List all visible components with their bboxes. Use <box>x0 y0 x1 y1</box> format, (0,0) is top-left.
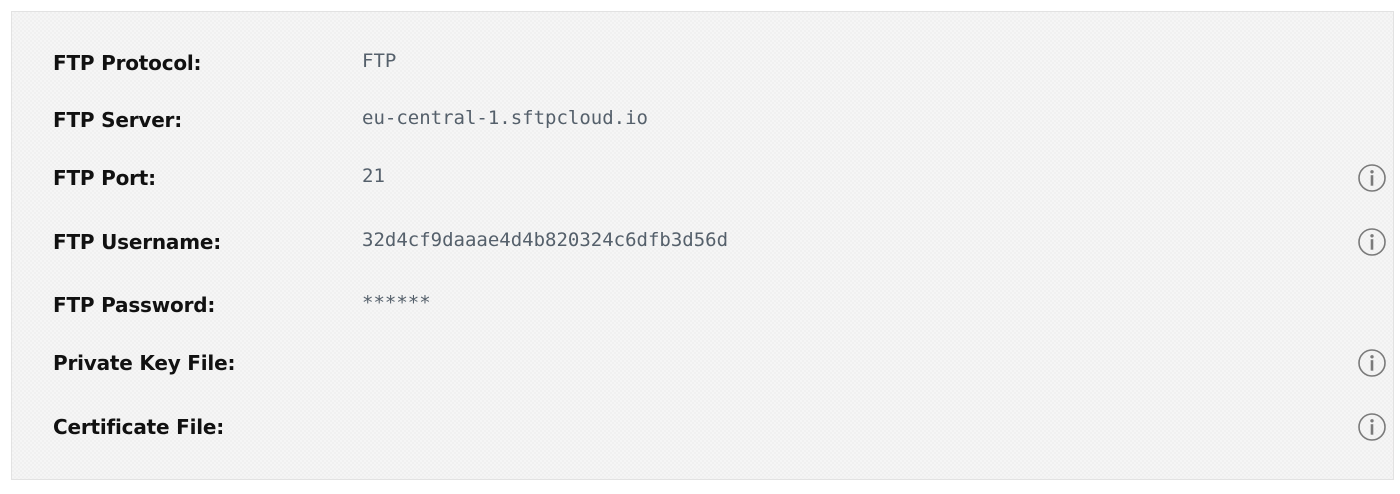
ftp-username-value: 32d4cf9daaae4d4b820324c6dfb3d56d <box>362 229 729 252</box>
info-circle-icon[interactable] <box>1357 348 1387 378</box>
ftp-server-row: FTP Server: eu-central-1.sftpcloud.io <box>12 100 1393 140</box>
info-circle-icon[interactable] <box>1357 163 1387 193</box>
info-circle-icon[interactable] <box>1357 412 1387 442</box>
certificate-file-row: Certificate File: <box>12 407 1393 447</box>
ftp-server-label: FTP Server: <box>53 108 183 132</box>
ftp-port-value: 21 <box>362 165 385 188</box>
ftp-password-row: FTP Password: ****** <box>12 285 1393 325</box>
ftp-port-label: FTP Port: <box>53 166 156 190</box>
private-key-file-row: Private Key File: <box>12 343 1393 383</box>
ftp-details-panel: FTP Protocol: FTP FTP Server: eu-central… <box>11 11 1394 480</box>
ftp-protocol-label: FTP Protocol: <box>53 51 202 75</box>
ftp-username-label: FTP Username: <box>53 230 222 254</box>
info-circle-icon[interactable] <box>1357 227 1387 257</box>
certificate-file-label: Certificate File: <box>53 415 225 439</box>
private-key-file-label: Private Key File: <box>53 351 236 375</box>
ftp-protocol-value: FTP <box>362 50 397 73</box>
ftp-username-row: FTP Username: 32d4cf9daaae4d4b820324c6df… <box>12 222 1393 262</box>
ftp-password-value: ****** <box>362 292 431 315</box>
ftp-password-label: FTP Password: <box>53 293 216 317</box>
ftp-port-row: FTP Port: 21 <box>12 158 1393 198</box>
ftp-server-value: eu-central-1.sftpcloud.io <box>362 107 648 130</box>
ftp-protocol-row: FTP Protocol: FTP <box>12 43 1393 83</box>
